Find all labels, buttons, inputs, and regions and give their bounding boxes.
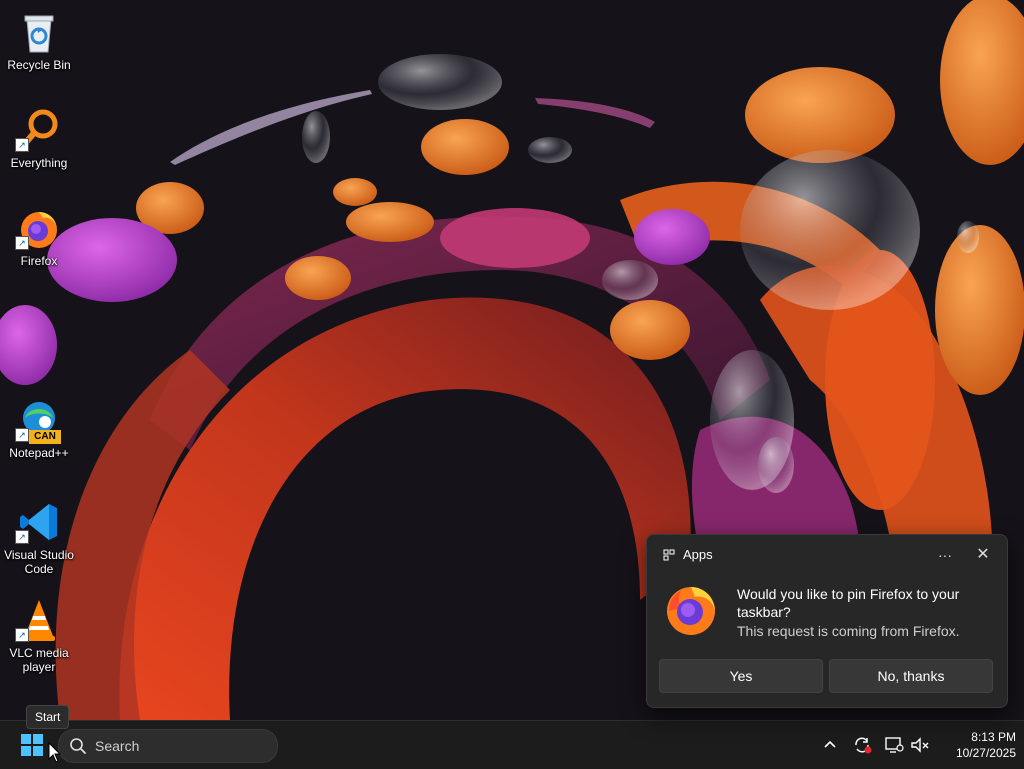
notification-header: Apps	[663, 547, 713, 562]
mouse-cursor-icon	[48, 742, 62, 763]
can-badge: CAN	[29, 430, 61, 444]
sync-status-icon[interactable]	[850, 733, 874, 757]
clock-date: 10/27/2025	[955, 746, 1016, 760]
taskbar-search-box[interactable]: Search	[58, 729, 278, 763]
shortcut-arrow-icon: ↗	[15, 628, 29, 642]
shortcut-arrow-icon: ↗	[15, 236, 29, 250]
yes-button[interactable]: Yes	[659, 659, 823, 693]
no-thanks-button[interactable]: No, thanks	[829, 659, 993, 693]
start-tooltip: Start	[26, 705, 70, 729]
desktop-icon-label: Firefox	[20, 254, 58, 268]
notification-title: Would you like to pin Firefox to your ta…	[737, 586, 960, 620]
pin-request-notification[interactable]: Apps ··· ✕ Would you like to pin Firefox…	[646, 534, 1008, 708]
everything-search-icon: ↗	[15, 106, 63, 154]
show-hidden-icons-button[interactable]	[818, 733, 842, 757]
apps-icon	[663, 549, 675, 560]
notepad-plus-plus-icon: ↗ CAN	[15, 396, 63, 444]
vscode-icon: ↗	[15, 498, 63, 546]
speaker-muted-icon	[911, 737, 929, 753]
volume-status-icon[interactable]	[908, 733, 932, 757]
desktop-icon-everything[interactable]: ↗ Everything	[2, 102, 76, 192]
clock-time: 8:13 PM	[971, 730, 1016, 744]
desktop-icon-vlc[interactable]: ↗ VLC media player	[2, 592, 76, 682]
recycle-bin-icon	[15, 8, 63, 56]
desktop-icon-firefox[interactable]: ↗ Firefox	[2, 200, 76, 290]
sync-icon	[855, 737, 872, 754]
firefox-icon	[667, 587, 715, 635]
desktop-icon-label: Everything	[10, 156, 68, 170]
desktop-icon-vscode[interactable]: ↗ Visual Studio Code	[2, 494, 76, 584]
search-placeholder: Search	[95, 738, 140, 754]
desktop-icon-label: Recycle Bin	[7, 58, 71, 72]
shortcut-arrow-icon: ↗	[15, 138, 29, 152]
desktop-icon-recycle-bin[interactable]: Recycle Bin	[2, 4, 76, 94]
network-status-icon[interactable]	[882, 733, 906, 757]
search-icon	[70, 738, 86, 754]
network-monitor-icon	[885, 737, 904, 753]
clock[interactable]: 8:13 PM 10/27/2025	[936, 729, 1016, 761]
firefox-icon: ↗	[15, 204, 63, 252]
desktop-icon-label: Notepad++	[9, 446, 69, 460]
chevron-up-icon	[824, 740, 836, 748]
taskbar: Search 8:13 PM 10/27/2025	[0, 720, 1024, 769]
shortcut-arrow-icon: ↗	[15, 530, 29, 544]
desktop-icon-label: Visual Studio Code	[4, 548, 74, 576]
more-options-button[interactable]: ···	[933, 543, 957, 567]
desktop-icon-notepad-plus-plus[interactable]: ↗ CAN Notepad++	[2, 392, 76, 482]
notification-subtitle: This request is coming from Firefox.	[737, 623, 960, 639]
vlc-icon: ↗	[15, 596, 63, 644]
notification-app-name: Apps	[683, 547, 713, 562]
close-notification-button[interactable]: ✕	[971, 543, 995, 567]
desktop-icon-label: VLC media player	[9, 646, 69, 674]
shortcut-arrow-icon: ↗	[15, 428, 29, 442]
start-button[interactable]	[12, 729, 52, 761]
windows-logo-icon	[21, 734, 43, 756]
